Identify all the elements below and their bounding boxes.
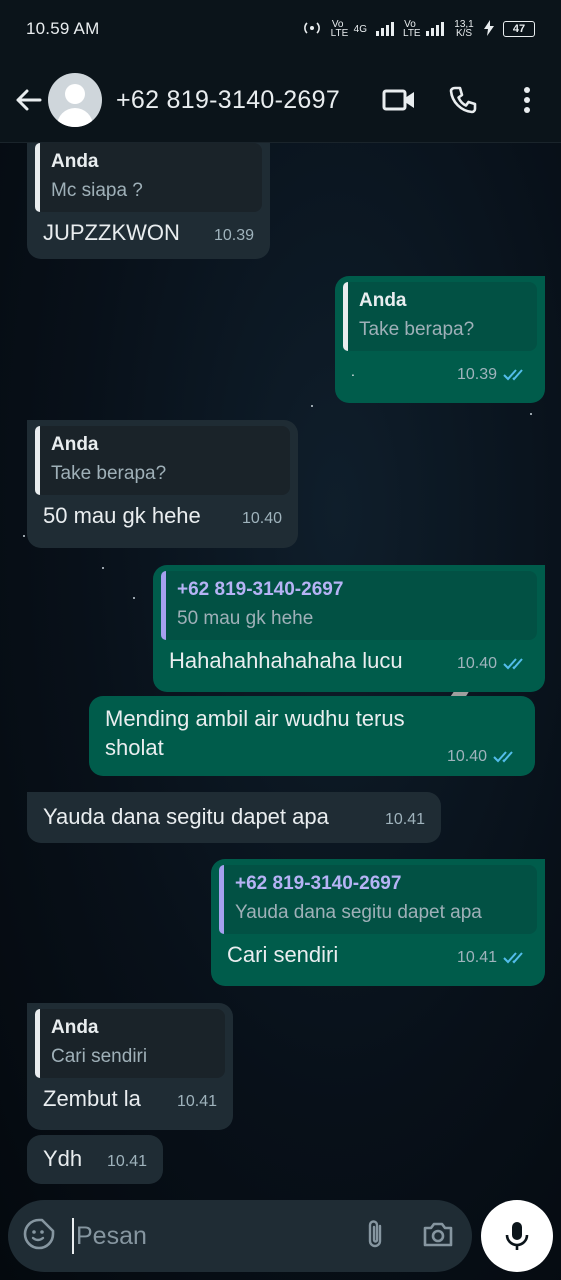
- quoted-sender: Anda: [359, 290, 407, 311]
- quoted-message[interactable]: +62 819-3140-2697 50 mau gk hehe: [161, 571, 537, 640]
- quoted-text: Yauda dana segitu dapet apa: [235, 902, 482, 923]
- message-composer[interactable]: Pesan: [8, 1200, 472, 1272]
- status-bar: 10.59 AM Vo LTE 4G Vo LTE 13,1 K/S 47: [0, 0, 561, 58]
- read-ticks-icon: [503, 952, 523, 964]
- message-time: 10.39: [213, 227, 254, 244]
- read-ticks-icon: [503, 658, 523, 670]
- hotspot-icon: [302, 21, 322, 38]
- quoted-sender: +62 819-3140-2697: [177, 579, 344, 600]
- message-text: JUPZZKWON: [43, 220, 180, 245]
- message-text: .: [351, 363, 355, 379]
- message-time: 10.40: [456, 655, 497, 672]
- signal-icon-1: [376, 22, 394, 36]
- chat-header: +62 819-3140-2697: [0, 58, 561, 143]
- voice-message-button[interactable]: [481, 1200, 553, 1272]
- video-call-icon[interactable]: [377, 78, 421, 122]
- quoted-message[interactable]: Anda Take berapa?: [343, 282, 537, 351]
- message-bubble-incoming[interactable]: Anda Mc siapa ? JUPZZKWON 10.39: [27, 143, 270, 259]
- quoted-sender: +62 819-3140-2697: [235, 873, 402, 894]
- attach-icon[interactable]: [364, 1218, 386, 1255]
- microphone-icon: [505, 1222, 529, 1250]
- message-bubble-incoming[interactable]: Anda Take berapa? 50 mau gk hehe 10.40: [27, 420, 298, 548]
- message-time: 10.41: [456, 949, 497, 966]
- charging-icon: [484, 19, 494, 39]
- phone-call-icon[interactable]: [441, 78, 485, 122]
- message-time: 10.40: [241, 510, 282, 527]
- quoted-text: 50 mau gk hehe: [177, 608, 314, 629]
- wallpaper-star: [133, 597, 135, 599]
- clock: 10.59 AM: [26, 19, 100, 38]
- message-bubble-outgoing[interactable]: +62 819-3140-2697 50 mau gk hehe Hahahah…: [153, 565, 545, 692]
- message-text: Yauda dana segitu dapet apa: [43, 804, 329, 829]
- wallpaper-star: [102, 567, 104, 569]
- message-text: Hahahahhahahaha lucu: [169, 648, 403, 673]
- message-time: 10.41: [106, 1153, 147, 1170]
- chat-area[interactable]: Anda Mc siapa ? JUPZZKWON 10.39 Anda Tak…: [0, 143, 561, 1193]
- message-bubble-outgoing[interactable]: Mending ambil air wudhu terus sholat 10.…: [89, 696, 535, 776]
- volte-label-1: Vo LTE: [330, 19, 349, 39]
- quoted-text: Mc siapa ?: [51, 180, 143, 201]
- quoted-message[interactable]: Anda Take berapa?: [35, 426, 290, 495]
- network-speed: 13,1 K/S: [454, 19, 474, 39]
- network-type-label: 4G: [353, 23, 367, 35]
- quoted-message[interactable]: Anda Mc siapa ?: [35, 143, 262, 212]
- status-icons: Vo LTE 4G Vo LTE 13,1 K/S 47: [302, 19, 535, 39]
- message-text: Cari sendiri: [227, 942, 339, 967]
- message-text: Zembut la: [43, 1086, 141, 1111]
- quoted-message[interactable]: Anda Cari sendiri: [35, 1009, 225, 1078]
- quoted-text: Take berapa?: [51, 463, 167, 484]
- wallpaper-star: [311, 405, 313, 407]
- sticker-icon[interactable]: [22, 1217, 56, 1256]
- text-cursor: [72, 1218, 74, 1254]
- quoted-text: Take berapa?: [359, 319, 475, 340]
- message-text: Mending ambil air wudhu terus sholat: [105, 706, 405, 760]
- quoted-text: Cari sendiri: [51, 1046, 148, 1067]
- read-ticks-icon: [503, 369, 523, 381]
- quoted-message[interactable]: +62 819-3140-2697 Yauda dana segitu dape…: [219, 865, 537, 934]
- message-bubble-outgoing[interactable]: +62 819-3140-2697 Yauda dana segitu dape…: [211, 859, 545, 986]
- quoted-sender: Anda: [51, 151, 99, 172]
- signal-icon-2: [426, 22, 444, 36]
- volte-label-2: Vo LTE: [403, 19, 421, 39]
- message-time: 10.39: [456, 366, 497, 383]
- message-bubble-incoming[interactable]: Ydh 10.41: [27, 1135, 163, 1184]
- message-bubble-incoming[interactable]: Yauda dana segitu dapet apa 10.41: [27, 792, 441, 843]
- camera-icon[interactable]: [422, 1220, 454, 1253]
- wallpaper-star: [530, 413, 532, 415]
- avatar[interactable]: [48, 73, 102, 127]
- contact-name[interactable]: +62 819-3140-2697: [116, 86, 377, 115]
- message-time: 10.41: [176, 1093, 217, 1110]
- battery-icon: 47: [503, 21, 535, 37]
- message-time: 10.41: [384, 811, 425, 828]
- wallpaper-star: [23, 535, 25, 537]
- more-options-icon[interactable]: [505, 78, 549, 122]
- message-input[interactable]: Pesan: [76, 1222, 364, 1251]
- message-bubble-incoming[interactable]: Anda Cari sendiri Zembut la 10.41: [27, 1003, 233, 1130]
- message-text: Ydh: [43, 1146, 83, 1171]
- message-bubble-outgoing[interactable]: Anda Take berapa? . 10.39: [335, 276, 545, 403]
- read-ticks-icon: [493, 751, 513, 763]
- message-text: 50 mau gk hehe: [43, 503, 201, 528]
- message-time: 10.40: [446, 748, 487, 765]
- quoted-sender: Anda: [51, 1017, 99, 1038]
- back-arrow-icon[interactable]: [6, 78, 50, 122]
- quoted-sender: Anda: [51, 434, 99, 455]
